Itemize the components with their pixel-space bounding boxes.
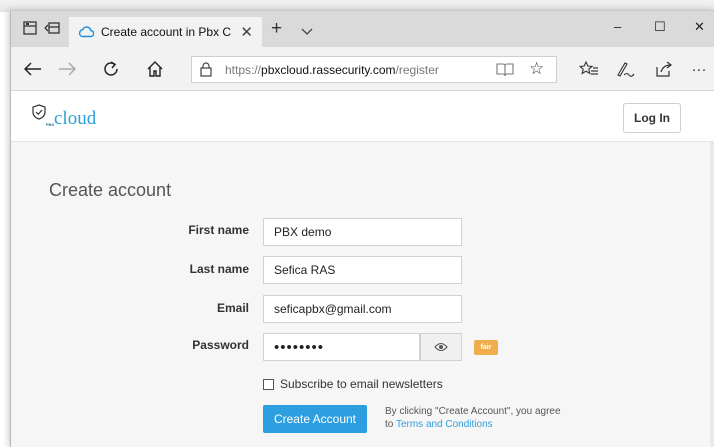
tabs-aside-icon[interactable] [44,21,62,37]
chevron-down-icon[interactable] [301,23,313,41]
browser-window: Create account in Pbx C ✕ + – ☐ ✕ https:… [10,10,714,447]
first-name-input[interactable]: PBX demo [263,218,462,246]
web-page: PBX cloud Log In Create account First na… [11,92,714,447]
url-text[interactable]: https://pbxcloud.rassecurity.com/registe… [225,63,439,77]
url-scheme: https:// [225,63,262,77]
share-icon[interactable] [652,57,676,81]
address-bar[interactable]: https://pbxcloud.rassecurity.com/registe… [191,56,557,83]
lock-icon [200,62,212,82]
close-window-button[interactable]: ✕ [694,19,705,35]
subscribe-label[interactable]: Subscribe to email newsletters [280,377,443,391]
page-scrollbar[interactable] [710,142,714,447]
tab-manager-icon[interactable] [23,21,41,37]
new-tab-icon[interactable]: + [271,18,282,40]
create-account-button[interactable]: Create Account [263,405,367,433]
subscribe-checkbox[interactable] [263,379,274,390]
login-button[interactable]: Log In [623,103,681,133]
eye-icon [434,342,448,352]
favorite-star-icon[interactable]: ☆ [529,59,544,79]
first-name-label: First name [188,223,249,237]
terms-link[interactable]: Terms and Conditions [396,419,493,430]
url-path: /register [395,63,439,77]
tab-strip: Create account in Pbx C ✕ + – ☐ ✕ [11,11,714,47]
last-name-input[interactable]: Sefica RAS [263,256,462,284]
web-note-pen-icon[interactable] [614,57,638,81]
show-password-button[interactable] [420,333,462,361]
password-label: Password [192,338,249,352]
logo-small-text: PBX [46,122,55,127]
terms-notice: By clicking "Create Account", you agree … [385,405,595,431]
home-icon[interactable] [143,57,167,81]
refresh-icon[interactable] [99,57,123,81]
tab-title: Create account in Pbx C [101,25,232,39]
tab-active[interactable]: Create account in Pbx C ✕ [69,17,262,47]
last-name-label: Last name [189,262,249,276]
page-title: Create account [49,180,172,200]
shield-logo-icon[interactable] [32,104,46,125]
password-input[interactable]: •••••••• [263,333,420,361]
minimize-button[interactable]: – [614,19,621,34]
password-strength-badge: fair [474,340,498,355]
back-arrow-icon[interactable] [21,57,45,81]
tab-close-icon[interactable]: ✕ [240,23,253,41]
reading-view-icon[interactable] [496,62,514,82]
email-input[interactable]: seficapbx@gmail.com [263,295,462,323]
url-host: pbxcloud.rassecurity.com [261,63,396,77]
forward-arrow-icon[interactable] [55,57,79,81]
logo-text[interactable]: cloud [54,108,96,130]
favorites-list-icon[interactable] [577,57,601,81]
maximize-button[interactable]: ☐ [654,19,666,35]
email-label: Email [216,301,249,315]
more-menu-icon[interactable]: ··· [687,57,711,81]
agree-text: By clicking "Create Account", you agree [385,406,561,417]
navigation-bar: https://pbxcloud.rassecurity.com/registe… [11,47,714,91]
agree-to-text: to [385,419,396,430]
cloud-favicon-icon [78,26,94,38]
site-header: PBX cloud Log In [11,92,714,142]
